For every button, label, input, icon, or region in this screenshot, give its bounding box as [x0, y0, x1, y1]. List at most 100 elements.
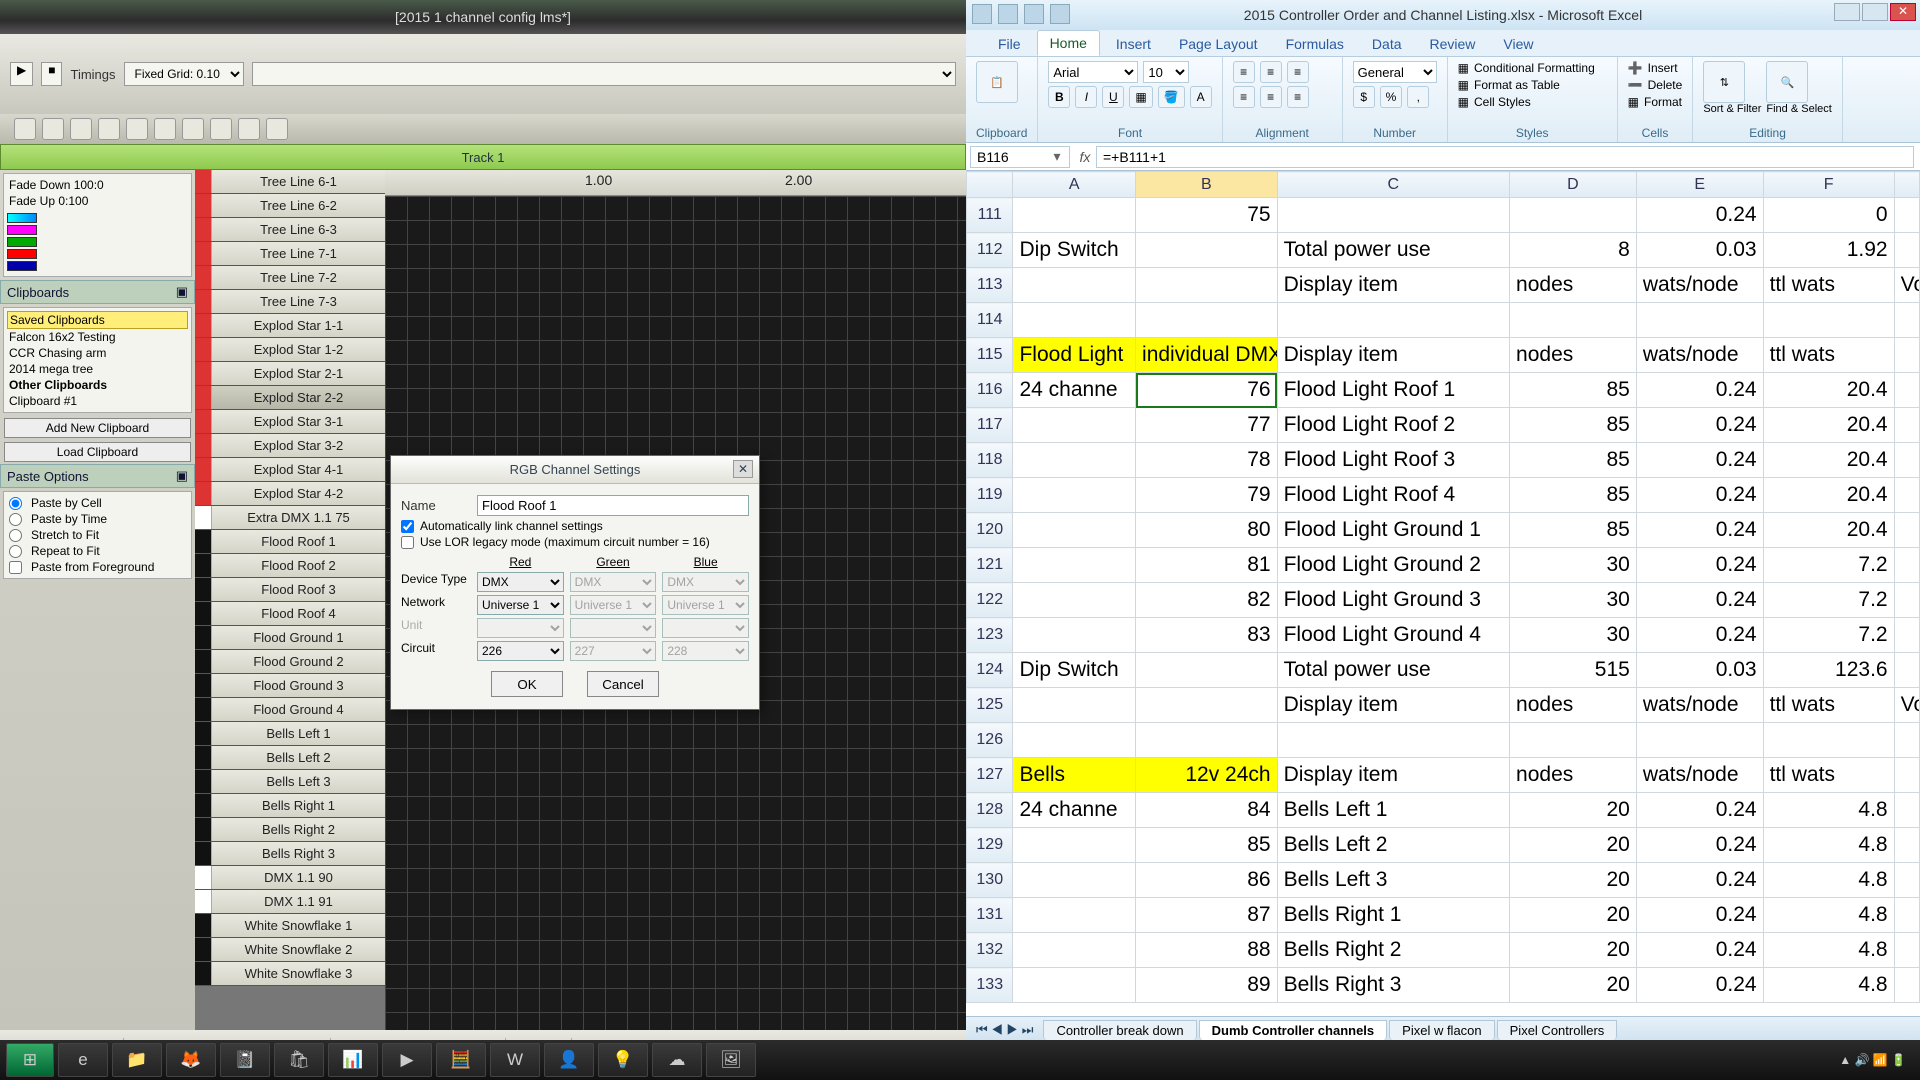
ribbon-tab-review[interactable]: Review	[1418, 32, 1488, 56]
device-blue[interactable]: DMX	[662, 572, 749, 592]
channel-item[interactable]: Explod Star 2-2	[195, 386, 385, 410]
taskbar-button[interactable]: ⊞	[6, 1043, 54, 1077]
ribbon-tab-home[interactable]: Home	[1037, 30, 1100, 56]
close-button[interactable]: ✕	[1890, 3, 1916, 21]
clipboards-hdr[interactable]: Clipboards	[7, 285, 69, 300]
col-header[interactable]: A	[1013, 172, 1136, 198]
channel-item[interactable]: Flood Roof 2	[195, 554, 385, 578]
collapse-icon[interactable]: ▣	[176, 468, 188, 484]
channel-item[interactable]: Tree Line 7-2	[195, 266, 385, 290]
tool-btn[interactable]	[14, 118, 36, 140]
table-row[interactable]: 12080Flood Light Ground 1850.2420.4	[967, 513, 1920, 548]
channel-item[interactable]: Explod Star 3-2	[195, 434, 385, 458]
saved-hdr[interactable]: Saved Clipboards	[7, 311, 188, 329]
channel-item[interactable]: Bells Left 1	[195, 722, 385, 746]
channel-item[interactable]: Bells Left 2	[195, 746, 385, 770]
table-row[interactable]: 113Display itemnodeswats/nodettl watsVo	[967, 268, 1920, 303]
ribbon-tab-page layout[interactable]: Page Layout	[1167, 32, 1270, 56]
cell-styles[interactable]: Cell Styles	[1474, 95, 1531, 109]
channel-item[interactable]: Explod Star 2-1	[195, 362, 385, 386]
unit-red[interactable]	[477, 618, 564, 638]
undo-icon[interactable]	[1024, 4, 1044, 24]
collapse-icon[interactable]: ▣	[176, 284, 188, 300]
channel-item[interactable]: Explod Star 4-1	[195, 458, 385, 482]
channel-item[interactable]: Flood Roof 3	[195, 578, 385, 602]
taskbar-button[interactable]: 🦊	[166, 1043, 216, 1077]
save-icon[interactable]	[998, 4, 1018, 24]
number-format[interactable]: General	[1353, 61, 1437, 83]
device-red[interactable]: DMX	[477, 572, 564, 592]
table-row[interactable]: 13389Bells Right 3200.244.8	[967, 968, 1920, 1003]
network-green[interactable]: Universe 1	[570, 595, 657, 615]
taskbar-button[interactable]: 🖼	[706, 1043, 756, 1077]
font-name[interactable]: Arial	[1048, 61, 1138, 83]
channel-item[interactable]: Explod Star 1-2	[195, 338, 385, 362]
sort-filter-button[interactable]: ⇅Sort & Filter	[1703, 61, 1761, 115]
font-size[interactable]: 10	[1143, 61, 1189, 83]
paste-options-hdr[interactable]: Paste Options	[7, 469, 89, 484]
channel-item[interactable]: Flood Roof 1	[195, 530, 385, 554]
table-row[interactable]: 11979Flood Light Roof 4850.2420.4	[967, 478, 1920, 513]
taskbar-button[interactable]: 👤	[544, 1043, 594, 1077]
channel-name-input[interactable]	[477, 495, 749, 516]
delete-cells[interactable]: Delete	[1648, 78, 1683, 92]
circuit-blue[interactable]: 228	[662, 641, 749, 661]
fx-icon[interactable]: fx	[1074, 149, 1096, 165]
channel-item[interactable]: Tree Line 6-2	[195, 194, 385, 218]
table-row[interactable]: 114	[967, 303, 1920, 338]
ok-button[interactable]: OK	[491, 671, 563, 697]
track-combo[interactable]	[252, 62, 956, 86]
excel-icon[interactable]	[972, 4, 992, 24]
channel-item[interactable]: Flood Roof 4	[195, 602, 385, 626]
channel-item[interactable]: Extra DMX 1.1 75	[195, 506, 385, 530]
table-row[interactable]: 125Display itemnodeswats/nodettl watsVo	[967, 688, 1920, 723]
time-ruler[interactable]: 1.00 2.00	[385, 170, 966, 196]
channel-item[interactable]: Bells Right 3	[195, 842, 385, 866]
col-header[interactable]: B	[1136, 172, 1278, 198]
conditional-formatting[interactable]: Conditional Formatting	[1474, 61, 1595, 75]
underline-button[interactable]: U	[1102, 86, 1124, 108]
channel-item[interactable]: Explod Star 3-1	[195, 410, 385, 434]
channel-item[interactable]: Tree Line 7-1	[195, 242, 385, 266]
col-header[interactable]: F	[1763, 172, 1894, 198]
track-header[interactable]: Track 1	[0, 144, 966, 170]
table-row[interactable]: 12181Flood Light Ground 2300.247.2	[967, 548, 1920, 583]
network-blue[interactable]: Universe 1	[662, 595, 749, 615]
max-button[interactable]	[1862, 3, 1888, 21]
formula-input[interactable]	[1096, 146, 1914, 168]
table-row[interactable]: 12985Bells Left 2200.244.8	[967, 828, 1920, 863]
taskbar-button[interactable]: ☁	[652, 1043, 702, 1077]
sheet-tab[interactable]: Controller break down	[1043, 1020, 1196, 1040]
name-box[interactable]: B116▾	[970, 146, 1070, 168]
taskbar-button[interactable]: ▶	[382, 1043, 432, 1077]
taskbar-button[interactable]: 🛍	[274, 1043, 324, 1077]
channel-item[interactable]: White Snowflake 2	[195, 938, 385, 962]
fill-button[interactable]: 🪣	[1158, 86, 1185, 108]
taskbar-button[interactable]: 📊	[328, 1043, 378, 1077]
system-tray[interactable]: ▲ 🔊 📶 🔋	[1839, 1053, 1914, 1067]
network-red[interactable]: Universe 1	[477, 595, 564, 615]
channel-item[interactable]: DMX 1.1 90	[195, 866, 385, 890]
col-header[interactable]: E	[1636, 172, 1763, 198]
ribbon-tab-view[interactable]: View	[1491, 32, 1545, 56]
taskbar-button[interactable]: 🧮	[436, 1043, 486, 1077]
paste-by-cell-radio[interactable]	[9, 497, 22, 510]
table-row[interactable]: 126	[967, 723, 1920, 758]
table-row[interactable]: 13288Bells Right 2200.244.8	[967, 933, 1920, 968]
format-as-table[interactable]: Format as Table	[1474, 78, 1560, 92]
table-row[interactable]: 12383Flood Light Ground 4300.247.2	[967, 618, 1920, 653]
italic-button[interactable]: I	[1075, 86, 1097, 108]
table-row[interactable]: 115Flood Lightindividual DMXDisplay item…	[967, 338, 1920, 373]
sheet-tab[interactable]: Pixel w flacon	[1389, 1020, 1494, 1040]
play-button[interactable]: ▶	[10, 62, 33, 86]
bold-button[interactable]: B	[1048, 86, 1070, 108]
sheet-tab[interactable]: Pixel Controllers	[1497, 1020, 1618, 1040]
circuit-green[interactable]: 227	[570, 641, 657, 661]
redo-icon[interactable]	[1050, 4, 1070, 24]
taskbar-button[interactable]: 💡	[598, 1043, 648, 1077]
table-row[interactable]: 112Dip SwitchTotal power use80.031.92	[967, 233, 1920, 268]
channel-item[interactable]: Bells Left 3	[195, 770, 385, 794]
ribbon-tab-data[interactable]: Data	[1360, 32, 1414, 56]
table-row[interactable]: 13086Bells Left 3200.244.8	[967, 863, 1920, 898]
channel-item[interactable]: Flood Ground 4	[195, 698, 385, 722]
